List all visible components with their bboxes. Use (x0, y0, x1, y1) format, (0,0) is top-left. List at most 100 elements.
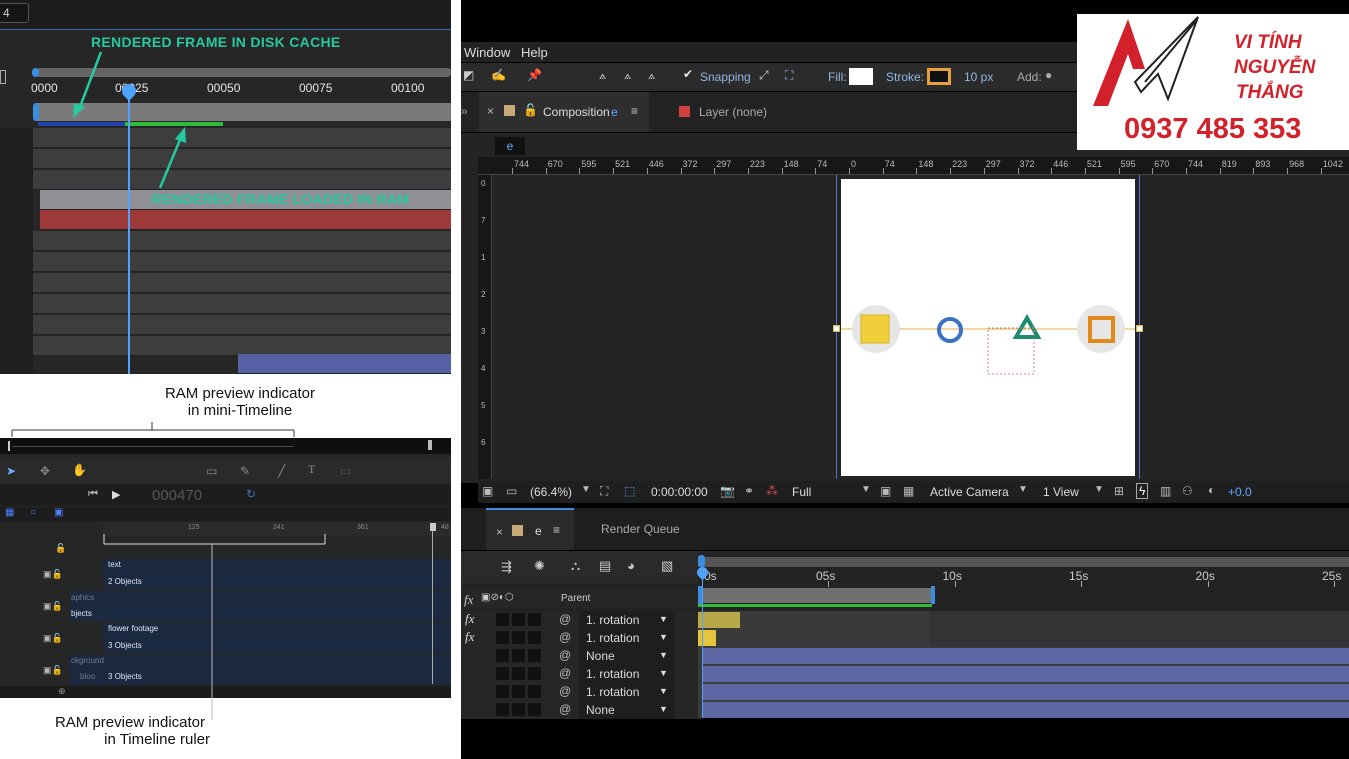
layer-row[interactable]: @ None ▼ (461, 647, 701, 665)
switch-box[interactable] (512, 685, 525, 698)
menu-help[interactable]: Help (521, 45, 548, 60)
switch-box[interactable] (528, 631, 541, 644)
switch-box[interactable] (528, 667, 541, 680)
axis-local-icon[interactable]: ⟑ (599, 68, 606, 83)
fast-draft-icon[interactable]: ϟ (1136, 483, 1149, 499)
draft-3d-icon[interactable]: ✺ (534, 558, 545, 574)
circle-icon[interactable]: ○ (30, 507, 36, 518)
switch-box[interactable] (496, 667, 509, 680)
puppet-pin-icon[interactable]: 📌 (527, 68, 542, 82)
mini-timeline[interactable] (0, 438, 451, 454)
fill-swatch[interactable] (849, 68, 873, 85)
mask-visibility-icon[interactable]: ⬚ (624, 484, 635, 498)
layer-row[interactable]: @1. rotation ▼ (461, 665, 701, 683)
close-tab-icon[interactable]: × (487, 104, 494, 118)
snapshot-icon[interactable]: ⚭ (744, 484, 754, 498)
fx-badge[interactable]: fx (465, 629, 474, 645)
tab-layer[interactable]: Layer (none) (699, 105, 767, 119)
pen-tool-icon[interactable]: ✎ (240, 464, 250, 478)
play-icon[interactable]: ▶ (112, 488, 120, 501)
switch-box[interactable] (528, 703, 541, 716)
menu-window[interactable]: Window (464, 45, 510, 60)
close-tab-icon[interactable]: × (496, 525, 503, 539)
views-dropdown[interactable]: 1 View (1043, 485, 1079, 499)
fast-preview-icon[interactable]: ▣ (880, 484, 891, 498)
panel-expand-icon[interactable]: » (461, 104, 468, 118)
time-ruler[interactable]: 0s 05s 10s 15s 20s 25s (698, 567, 1349, 589)
mask-tool-icon[interactable]: ▭ (340, 464, 351, 478)
rewind-icon[interactable]: ⏮ (88, 488, 98, 501)
layer-row[interactable]: fx @1. rotation ▼ (461, 611, 701, 629)
pickwhip-icon[interactable]: @ (559, 612, 571, 626)
snap-bounds-icon[interactable]: ⛶ (785, 68, 793, 83)
monitor-icon[interactable]: ▭ (506, 484, 517, 498)
layer-bar[interactable] (702, 684, 1349, 700)
chevron-down-icon[interactable]: ▼ (659, 668, 668, 678)
layer-row[interactable]: @1. rotation ▼ (461, 683, 701, 701)
layer-bar[interactable] (702, 648, 1349, 664)
chevron-down-icon[interactable]: ▼ (659, 704, 668, 714)
layer-row[interactable]: @ None ▼ (461, 701, 701, 719)
graph-editor-icon[interactable]: ▧ (661, 558, 673, 574)
roto-brush-icon[interactable]: ✍ (491, 68, 506, 82)
chevron-down-icon[interactable]: ▼ (1094, 484, 1104, 495)
stroke-width-field[interactable]: 10 px (964, 70, 993, 84)
layer-row[interactable]: fx @1. rotation ▼ (461, 629, 701, 647)
resolution-dropdown[interactable]: Full (792, 485, 811, 499)
tab-timeline[interactable]: × e ≡ (486, 508, 574, 550)
text-tool-icon[interactable]: T (308, 462, 315, 477)
work-area-start[interactable] (698, 555, 705, 567)
switch-box[interactable] (496, 631, 509, 644)
work-area-bar[interactable] (698, 557, 1349, 567)
timecode-display[interactable]: 000470 (152, 487, 202, 504)
layer-bar[interactable] (702, 702, 1349, 718)
film-icon[interactable]: ▣ (54, 507, 63, 518)
pickwhip-icon[interactable]: @ (559, 702, 571, 716)
pickwhip-icon[interactable]: @ (559, 648, 571, 662)
switch-box[interactable] (528, 649, 541, 662)
snapping-checkbox[interactable]: ✔ (683, 67, 693, 81)
transform-handle[interactable] (833, 325, 840, 332)
exposure-value[interactable]: +0.0 (1228, 485, 1252, 499)
loop-icon[interactable]: ↻ (246, 487, 256, 501)
switch-box[interactable] (528, 685, 541, 698)
chevron-down-icon[interactable]: ▼ (861, 484, 871, 495)
tab-composition[interactable]: × 🔓 Composition e ≡ (479, 92, 649, 132)
channel-icon[interactable]: ⁂ (766, 484, 778, 498)
panel-menu-icon[interactable]: ≡ (631, 104, 638, 118)
chevron-down-icon[interactable]: ▼ (659, 650, 668, 660)
chevron-down-icon[interactable]: ▼ (659, 632, 668, 642)
switch-box[interactable] (512, 631, 525, 644)
transparency-grid-icon[interactable]: ▦ (903, 484, 914, 498)
switch-box[interactable] (496, 649, 509, 662)
frame-blend-icon[interactable]: ▤ (599, 558, 611, 574)
toggle-pixel-icon[interactable]: ⊞ (1114, 484, 1124, 498)
pickwhip-icon[interactable]: @ (559, 630, 571, 644)
switch-box[interactable] (496, 703, 509, 716)
brush-tool-icon[interactable]: ╱ (278, 464, 285, 478)
transform-tool-icon[interactable]: ✥ (40, 464, 50, 478)
shy-icon[interactable]: ⛬ (571, 558, 580, 574)
switch-box[interactable] (512, 613, 525, 626)
axis-view-icon[interactable]: ⟑ (648, 68, 655, 83)
switch-box[interactable] (512, 703, 525, 716)
camera-icon[interactable]: 📷 (720, 484, 735, 498)
fx-badge[interactable]: fx (465, 611, 474, 627)
tab-render-queue[interactable]: Render Queue (601, 522, 680, 536)
panel-menu-icon[interactable]: ≡ (553, 523, 560, 537)
axis-world-icon[interactable]: ⟑ (624, 68, 631, 83)
flowchart-icon[interactable]: ⚇ (1182, 484, 1193, 498)
select-tool-icon[interactable]: ➤ (6, 464, 16, 478)
region-icon[interactable]: ⛶ (600, 484, 608, 499)
add-menu-icon[interactable]: ● (1045, 68, 1052, 82)
switch-box[interactable] (512, 667, 525, 680)
chevron-down-icon[interactable]: ▼ (659, 614, 668, 624)
chevron-down-icon[interactable]: ▼ (1018, 484, 1028, 495)
out-point-handle[interactable] (931, 586, 935, 604)
eraser-icon[interactable]: ◩ (463, 68, 474, 82)
hand-tool-icon[interactable]: ✋ (72, 463, 87, 477)
switch-box[interactable] (496, 613, 509, 626)
chevron-down-icon[interactable]: ▼ (659, 686, 668, 696)
zoom-dropdown[interactable]: (66.4%) (530, 485, 572, 499)
shape-tool-icon[interactable]: ▭ (206, 464, 217, 478)
